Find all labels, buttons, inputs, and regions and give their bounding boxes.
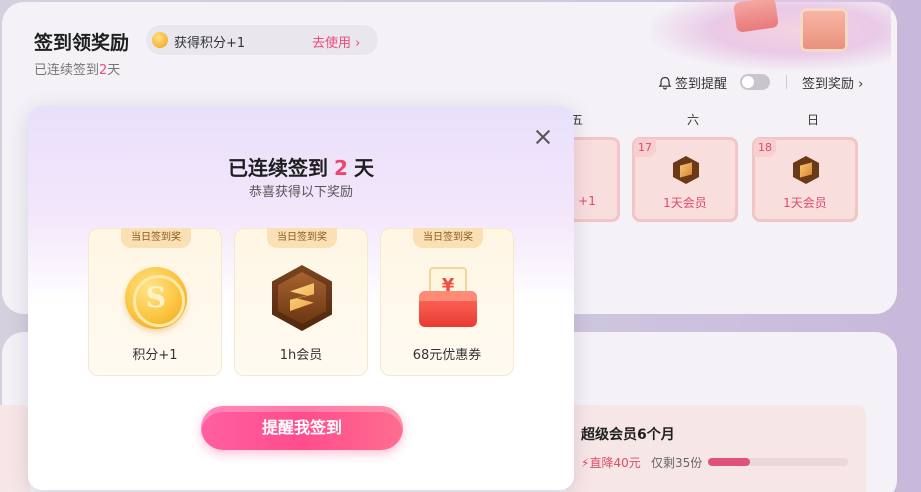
checkin-reminder: 签到提醒 — [658, 73, 727, 92]
reward-label: 1h会员 — [279, 348, 323, 363]
reward-card-points: 当日签到奖 积分+1 — [88, 228, 222, 376]
dialog-title-days: 2 — [334, 156, 348, 180]
promo-card-left[interactable] — [0, 405, 30, 492]
reward-card-coupon: 当日签到奖 ¥ 68元优惠券 — [380, 228, 514, 376]
coin-icon — [125, 267, 187, 329]
day-header-sun: 日 — [807, 113, 820, 127]
checkin-rewards-link[interactable]: 签到奖励 › — [802, 73, 863, 92]
checkin-success-dialog: 已连续签到2天 恭喜获得以下奖励 当日签到奖 积分+1 当日签到奖 1h会员 当… — [28, 106, 574, 490]
day-number: 17 — [634, 139, 656, 157]
dialog-subtitle: 恭喜获得以下奖励 — [248, 185, 353, 200]
reward-tag: 当日签到奖 — [267, 228, 337, 248]
promo-title: 超级会员6个月 — [581, 427, 675, 443]
streak-suffix: 天 — [107, 63, 121, 78]
vip-badge-icon — [793, 156, 819, 184]
promo-card[interactable] — [566, 405, 866, 492]
reminder-toggle[interactable] — [740, 74, 770, 90]
promo-progress-fill — [708, 458, 750, 466]
red-envelope — [419, 291, 477, 327]
coin-icon — [152, 32, 168, 48]
divider — [786, 75, 787, 89]
day-reward-label: 1天会员 — [663, 196, 707, 210]
dialog-title-suffix: 天 — [353, 156, 374, 180]
day-number: 18 — [754, 139, 776, 157]
day-header-sat: 六 — [687, 113, 700, 127]
promo-discount-text: 直降40元 — [589, 456, 641, 470]
coupon-icon: ¥ — [417, 265, 479, 329]
remind-me-button[interactable]: 提醒我签到 — [201, 406, 403, 450]
reward-tag: 当日签到奖 — [121, 228, 191, 248]
reward-card-vip: 当日签到奖 1h会员 — [234, 228, 368, 376]
day-card-sat[interactable]: 17 1天会员 — [632, 137, 738, 222]
promo-discount: ⚡直降40元 — [581, 456, 641, 470]
vip-badge-icon — [272, 265, 332, 331]
dialog-title: 已连续签到 2 天 — [28, 152, 574, 181]
close-icon[interactable] — [534, 128, 552, 146]
page-title: 签到领奖励 — [34, 32, 130, 54]
reward-label: 积分+1 — [132, 348, 178, 363]
reward-tag: 当日签到奖 — [413, 228, 483, 248]
points-text: 获得积分+1 — [174, 36, 246, 51]
bell-icon — [658, 76, 672, 90]
streak-prefix: 已连续签到 — [34, 63, 100, 78]
vip-badge-icon — [673, 156, 699, 184]
day-card-sun[interactable]: 18 1天会员 — [752, 137, 858, 222]
points-pill[interactable]: 获得积分+1 去使用 › — [146, 25, 378, 55]
use-points-link[interactable]: 去使用 › — [312, 32, 360, 51]
dialog-title-prefix: 已连续签到 — [228, 156, 329, 180]
reward-label: 68元优惠券 — [412, 348, 482, 363]
promo-remaining: 仅剩35份 — [651, 456, 703, 470]
gift-box-icon — [800, 8, 848, 52]
streak-text: 已连续签到2天 — [34, 59, 120, 78]
promo-progress-bar — [708, 458, 848, 466]
reminder-label: 签到提醒 — [675, 77, 728, 92]
gift-illustration-icon — [733, 0, 779, 33]
day-reward-label: 1天会员 — [783, 196, 827, 210]
